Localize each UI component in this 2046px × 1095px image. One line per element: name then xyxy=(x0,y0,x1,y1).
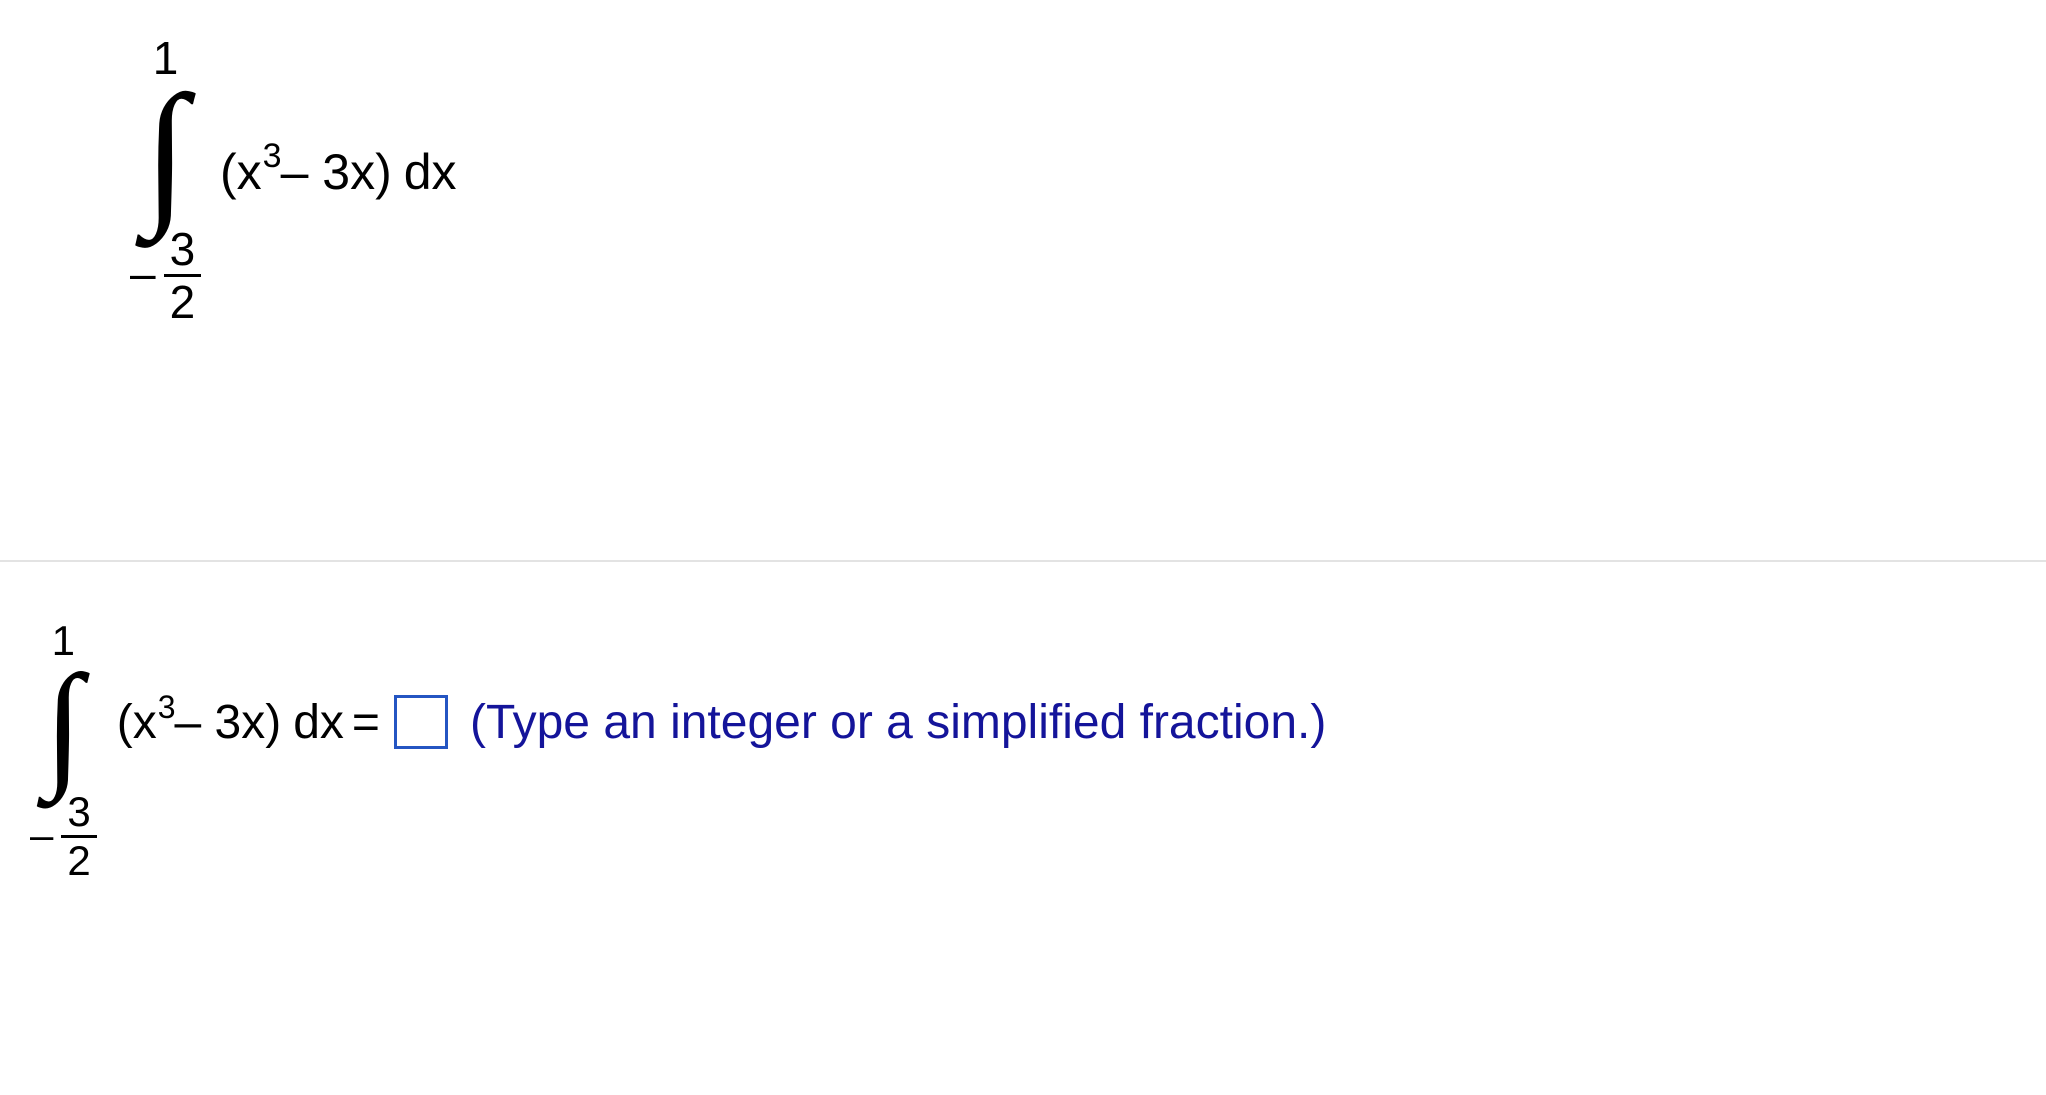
lower-limit-fraction: 3 2 xyxy=(61,789,96,884)
lower-limit-sign: – xyxy=(130,250,156,296)
lower-limit-numerator: 3 xyxy=(61,789,96,835)
integrand-rest: – 3x) xyxy=(281,143,392,201)
integrand-open: (x xyxy=(220,143,262,201)
lower-limit-numerator: 3 xyxy=(164,224,202,274)
integrand-rest: – 3x) xyxy=(175,695,282,750)
answer-integrand: (x3 – 3x)dx xyxy=(117,695,344,750)
lower-limit-denominator: 2 xyxy=(164,277,202,327)
answer-row: 1 ∫ – 3 2 (x3 – 3x)dx = (Type an integer… xyxy=(30,620,1326,884)
integral-symbol-block: 1 ∫ – 3 2 xyxy=(130,35,201,327)
answer-integral-block: 1 ∫ – 3 2 xyxy=(30,620,97,884)
answer-hint: (Type an integer or a simplified fractio… xyxy=(470,695,1326,750)
answer-input[interactable] xyxy=(394,695,448,749)
problem-integral: 1 ∫ – 3 2 (x3 – 3x)dx xyxy=(130,35,201,327)
equals-sign: = xyxy=(352,695,380,750)
integrand-dx: dx xyxy=(404,143,457,201)
lower-limit: – 3 2 xyxy=(130,224,201,327)
lower-limit-denominator: 2 xyxy=(61,838,96,884)
math-problem-page: 1 ∫ – 3 2 (x3 – 3x)dx 1 ∫ – 3 xyxy=(0,0,2046,1095)
integrand-exponent: 3 xyxy=(263,137,282,176)
integral-sign-icon: ∫ xyxy=(144,89,188,214)
lower-limit-fraction: 3 2 xyxy=(164,224,202,327)
integrand: (x3 – 3x)dx xyxy=(220,143,457,201)
lower-limit-sign: – xyxy=(30,814,53,856)
integrand-dx: dx xyxy=(293,695,344,750)
integrand-open: (x xyxy=(117,695,157,750)
lower-limit: – 3 2 xyxy=(30,789,97,884)
integral-sign-icon: ∫ xyxy=(44,670,82,779)
integrand-exponent: 3 xyxy=(158,689,176,726)
section-divider xyxy=(0,560,2046,562)
